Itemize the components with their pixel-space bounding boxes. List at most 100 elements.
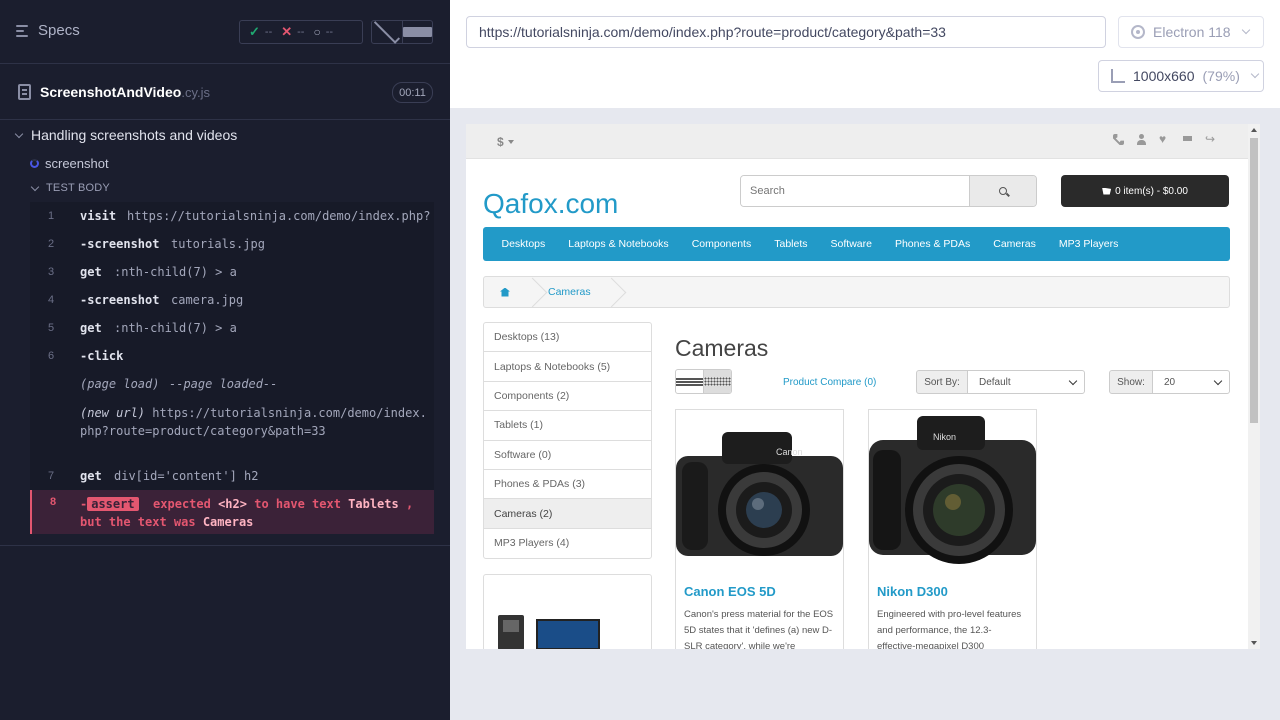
user-icon[interactable] (1136, 134, 1147, 145)
chevron-down-icon (30, 182, 40, 191)
chevron-down-icon (1213, 376, 1223, 386)
command-row[interactable]: 6 -click (30, 342, 434, 370)
currency-symbol: $ (497, 135, 504, 149)
menu-item-software[interactable]: Software (819, 238, 883, 250)
menu-item-phones[interactable]: Phones & PDAs (883, 238, 981, 250)
command-number: 5 (48, 322, 55, 334)
grid-view-button[interactable] (703, 370, 731, 393)
cart-icon[interactable] (1182, 134, 1193, 145)
command-row-page-load[interactable]: (page load) --page loaded-- (30, 370, 434, 398)
command-row[interactable]: 3 get :nth-child(7) > a (30, 258, 434, 286)
menu-item-mp3[interactable]: MP3 Players (1047, 238, 1130, 250)
main-menu: Desktops Laptops & Notebooks Components … (483, 227, 1230, 261)
nikon-camera-image[interactable]: Nikon (869, 410, 1036, 575)
frame-scrollbar[interactable] (1248, 124, 1260, 649)
auto-scroll-button[interactable] (372, 17, 402, 43)
spec-file-name[interactable]: ScreenshotAndVideo.cy.js (40, 84, 210, 100)
menu-item-cameras[interactable]: Cameras (982, 238, 1048, 250)
sidebar-banner[interactable] (483, 574, 652, 649)
command-name: (page load) (80, 377, 160, 391)
cart-icon (1102, 187, 1112, 195)
command-message: https://tutorialsninja.com/demo/index.ph… (127, 209, 431, 223)
viewport-info[interactable]: 1000x660 (79%) (1098, 60, 1264, 92)
url-bar[interactable]: https://tutorialsninja.com/demo/index.ph… (466, 16, 1106, 48)
breadcrumb-cameras[interactable]: Cameras (540, 286, 605, 298)
category-item[interactable]: Laptops & Notebooks (5) (484, 352, 651, 382)
viewport-scale: (79%) (1202, 68, 1240, 84)
menu-item-components[interactable]: Components (680, 238, 763, 250)
command-row[interactable]: 2 -screenshot tutorials.jpg (30, 230, 434, 258)
reporter-panel: Specs ✓ -- ✕ -- ○ -- ScreenshotAndVideo.cy.… (0, 0, 450, 720)
product-card: Nikon Nikon D300 Engineered with pro-lev… (868, 409, 1037, 649)
heart-icon[interactable]: ♥ (1159, 133, 1170, 145)
ruler-icon (1111, 69, 1125, 83)
command-message: --page loaded-- (169, 377, 278, 391)
chevron-down-icon (1241, 25, 1250, 35)
specs-menu-icon (16, 24, 30, 37)
show-select[interactable]: 20 (1152, 370, 1230, 394)
menu-item-laptops[interactable]: Laptops & Notebooks (557, 238, 680, 250)
suite-title-row[interactable]: Handling screenshots and videos (0, 124, 450, 146)
site-logo[interactable]: Qafox.com (483, 188, 618, 220)
product-description: Canon's press material for the EOS 5D st… (684, 609, 834, 649)
specs-button[interactable]: Specs (16, 22, 80, 39)
stop-button[interactable] (401, 21, 432, 43)
scroll-up-arrow-icon[interactable] (1251, 128, 1257, 132)
test-body-header[interactable]: TEST BODY (0, 178, 450, 198)
command-name: -screenshot (80, 293, 160, 307)
passed-count: -- (264, 26, 273, 38)
command-row-new-url[interactable]: (new url) https://tutorialsninja.com/dem… (30, 398, 434, 462)
command-row[interactable]: 5 get :nth-child(7) > a (30, 314, 434, 342)
search-button[interactable] (969, 176, 1036, 206)
category-item[interactable]: Phones & PDAs (3) (484, 470, 651, 500)
command-name: (new url) (80, 406, 146, 420)
search-input[interactable] (741, 176, 969, 206)
command-row[interactable]: 7 get div[id='content'] h2 (30, 462, 434, 490)
failed-assert-row[interactable]: 8 - assert expected <h2> to have text Tab… (30, 490, 434, 534)
command-message: camera.jpg (171, 293, 244, 307)
command-number: 7 (48, 470, 55, 482)
test-body-label: TEST BODY (46, 182, 110, 194)
list-view-button[interactable] (676, 370, 703, 393)
category-item[interactable]: MP3 Players (4) (484, 529, 651, 558)
command-row[interactable]: 1 visit https://tutorialsninja.com/demo/… (30, 202, 434, 230)
breadcrumb-separator (526, 277, 540, 307)
command-message: div[id='content'] h2 (114, 469, 259, 483)
phone-icon[interactable] (1113, 134, 1124, 145)
new-url-text: (new url) https://tutorialsninja.com/dem… (80, 404, 430, 440)
product-compare-link[interactable]: Product Compare (0) (783, 377, 876, 388)
category-item-active[interactable]: Cameras (2) (484, 499, 651, 529)
command-row[interactable]: 4 -screenshot camera.jpg (30, 286, 434, 314)
category-item[interactable]: Components (2) (484, 382, 651, 412)
sort-select[interactable]: Default (967, 370, 1085, 394)
product-name[interactable]: Canon EOS 5D (684, 584, 776, 599)
product-name[interactable]: Nikon D300 (877, 584, 948, 599)
command-number: 6 (48, 350, 55, 362)
command-name: get (80, 321, 102, 335)
banner-laptop-image (536, 619, 600, 649)
menu-item-desktops[interactable]: Desktops (490, 238, 557, 250)
view-toggle (675, 369, 732, 394)
scroll-down-arrow-icon[interactable] (1251, 641, 1257, 645)
command-name: visit (80, 209, 117, 223)
command-number: 2 (48, 238, 55, 250)
canon-camera-image[interactable]: Canon (676, 410, 843, 575)
category-item[interactable]: Desktops (13) (484, 323, 651, 353)
category-item[interactable]: Tablets (1) (484, 411, 651, 441)
browser-selector[interactable]: Electron 118 (1118, 16, 1264, 48)
command-number: 1 (48, 210, 55, 222)
cart-button[interactable]: 0 item(s) - $0.00 (1061, 175, 1229, 207)
search-icon (999, 187, 1007, 195)
passed-check-icon: ✓ (249, 24, 260, 39)
divider (0, 545, 450, 546)
category-item[interactable]: Software (0) (484, 441, 651, 470)
command-name: -screenshot (80, 237, 160, 251)
browser-name: Electron 118 (1153, 24, 1231, 40)
test-title-row[interactable]: screenshot (0, 152, 450, 174)
share-icon[interactable]: ↪ (1205, 133, 1216, 145)
menu-item-tablets[interactable]: Tablets (763, 238, 819, 250)
reporter-header: Specs ✓ -- ✕ -- ○ -- (0, 0, 450, 64)
spec-file-ext: .cy.js (181, 85, 210, 100)
scroll-thumb[interactable] (1250, 138, 1258, 423)
currency-dropdown[interactable]: $ (497, 135, 514, 149)
